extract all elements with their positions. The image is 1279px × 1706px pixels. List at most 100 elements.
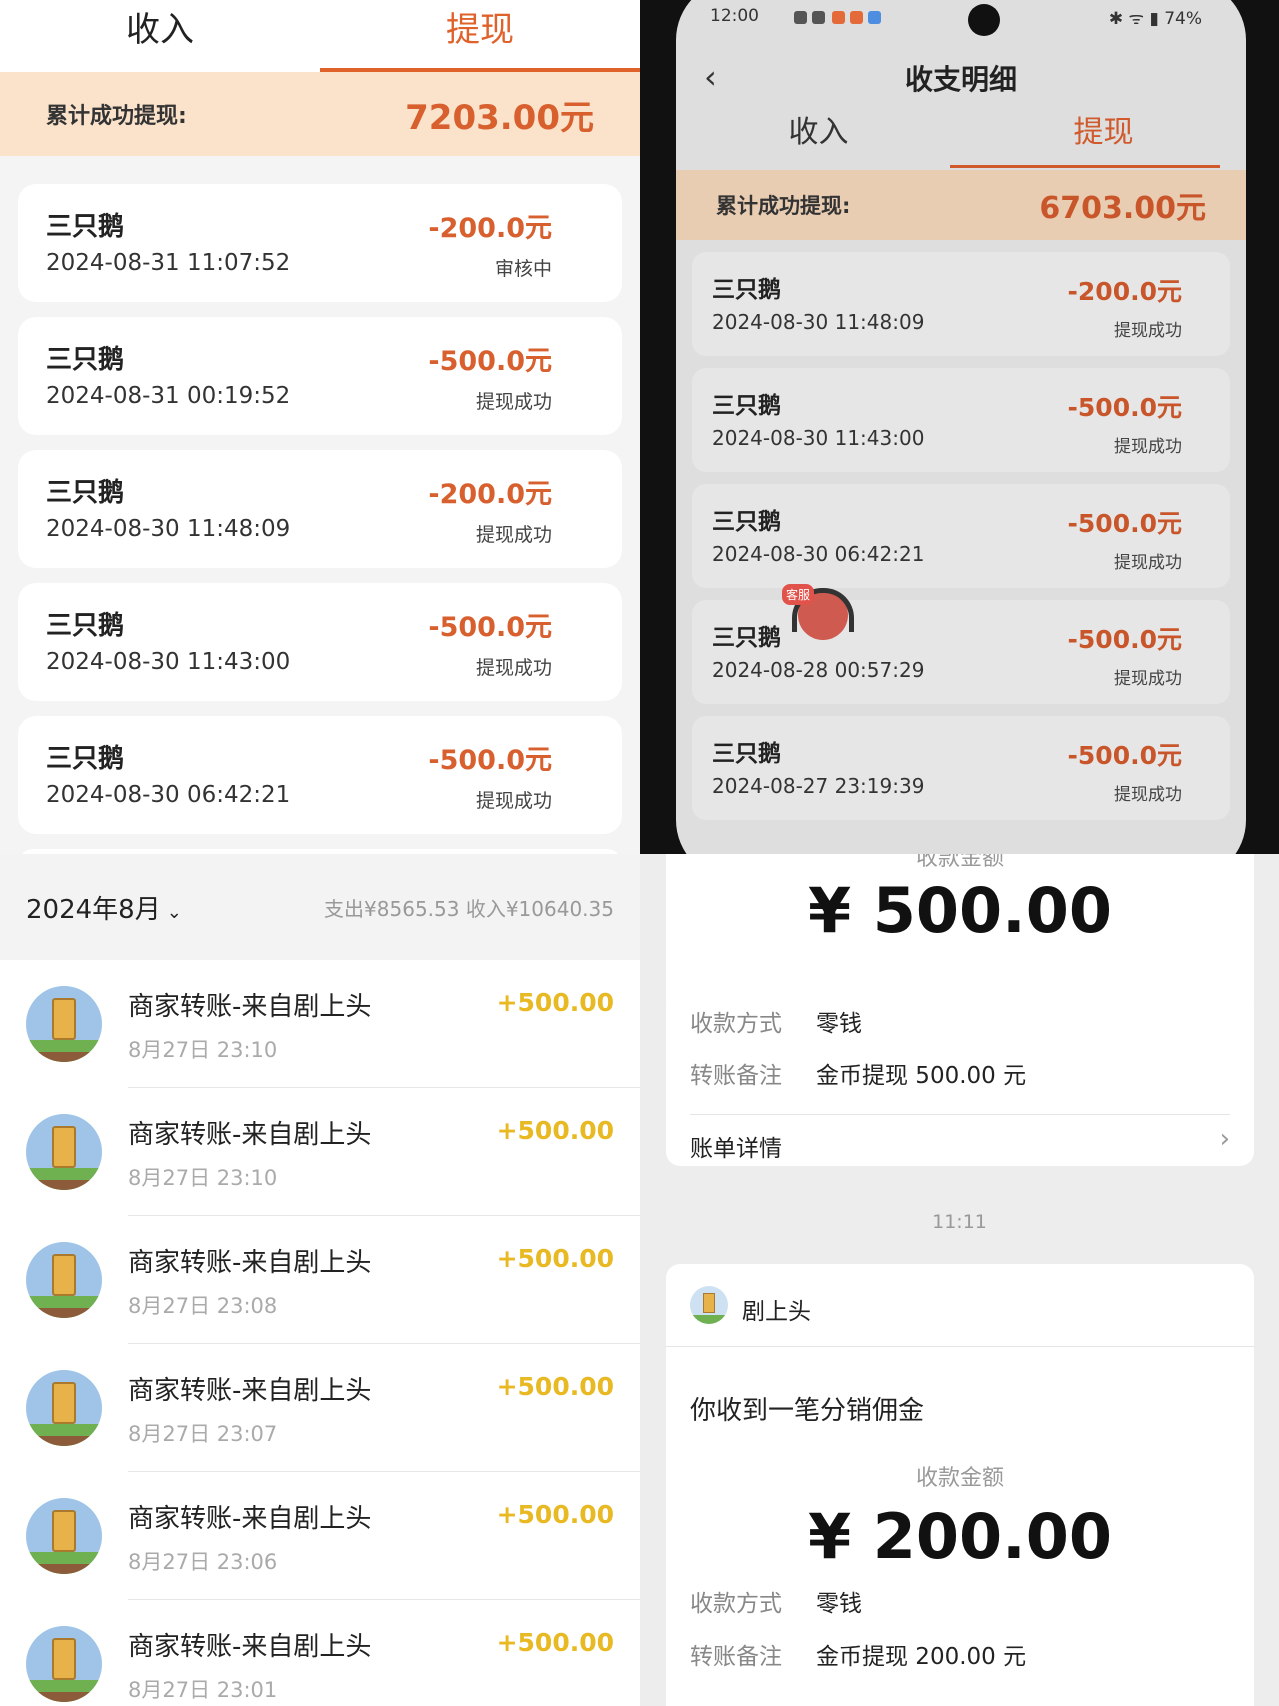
method-value: 零钱 — [816, 1591, 862, 1617]
item-status: 审核中 — [494, 258, 552, 280]
note-value: 金币提现 500.00 元 — [816, 1063, 1027, 1089]
item-name: 三只鹅 — [712, 625, 781, 651]
item-amount: -500.0元 — [1067, 741, 1182, 770]
item-amount: -500.0元 — [1067, 509, 1182, 538]
list-item[interactable]: 三只鹅 2024-08-30 06:42:21 -500.0元 提现成功 — [18, 716, 622, 834]
tab-withdraw[interactable]: 提现 — [320, 0, 640, 72]
item-name: 三只鹅 — [46, 345, 125, 375]
month-header: 2024年8月 ⌄ 支出¥8565.53 收入¥10640.35 — [0, 854, 640, 960]
amount-value: ¥ 200.00 — [808, 1500, 1112, 1573]
row-amount: +500.00 — [496, 1244, 614, 1273]
row-amount: +500.00 — [496, 1116, 614, 1145]
table-row[interactable]: 商家转账-来自剧上头 8月27日 23:06 +500.00 — [0, 1472, 640, 1600]
item-amount: -500.0元 — [428, 346, 552, 377]
item-time: 2024-08-30 11:48:09 — [46, 516, 291, 542]
summary-label: 累计成功提现: — [46, 104, 187, 129]
item-time: 2024-08-31 00:19:52 — [46, 383, 291, 409]
method-value: 零钱 — [816, 1011, 862, 1037]
item-time: 2024-08-27 23:19:39 — [712, 774, 925, 798]
summary-bar: 累计成功提现: 6703.00元 — [676, 170, 1246, 240]
note-row: 转账备注 金币提现 500.00 元 — [690, 1056, 1026, 1090]
item-time: 2024-08-30 11:48:09 — [712, 310, 925, 334]
tab-income[interactable]: 收入 — [676, 100, 961, 166]
row-amount: +500.00 — [496, 1500, 614, 1529]
list-item[interactable]: 三只鹅 2024-08-30 11:43:00 -500.0元 提现成功 — [18, 583, 622, 701]
list-item[interactable]: 三只鹅 2024-08-30 11:48:09 -200.0元 提现成功 — [18, 450, 622, 568]
month-selector[interactable]: 2024年8月 ⌄ — [26, 889, 182, 926]
list-item[interactable]: 三只鹅 2024-08-30 11:43:00 -500.0元 提现成功 — [692, 368, 1230, 472]
app-icon — [850, 11, 863, 24]
note-label: 转账备注 — [690, 1063, 782, 1089]
tab-income[interactable]: 收入 — [0, 0, 320, 72]
item-name: 三只鹅 — [46, 744, 125, 774]
bill-detail-link[interactable]: 账单详情 — [690, 1129, 782, 1163]
row-title: 商家转账-来自剧上头 — [128, 1632, 372, 1662]
list-item[interactable]: 三只鹅 2024-08-28 00:57:29 -500.0元 提现成功 — [692, 600, 1230, 704]
table-row[interactable]: 商家转账-来自剧上头 8月27日 23:08 +500.00 — [0, 1216, 640, 1344]
list-item[interactable]: 三只鹅 2024-08-30 11:48:09 -200.0元 提现成功 — [692, 252, 1230, 356]
row-amount: +500.00 — [496, 988, 614, 1017]
payment-card-2: 剧上头 你收到一笔分销佣金 收款金额 ¥ 200.00 收款方式 零钱 转账备注 金… — [666, 1264, 1254, 1706]
list-item[interactable]: 三只鹅 2024-08-31 00:19:52 -500.0元 提现成功 — [18, 317, 622, 435]
status-right: ✱ ᯤ ▮ 74% — [1108, 9, 1202, 29]
item-status: 提现成功 — [1114, 785, 1182, 805]
item-name: 三只鹅 — [712, 509, 781, 535]
item-status: 提现成功 — [475, 790, 552, 812]
payment-card-1: 收款金额 ¥ 500.00 — [666, 854, 1254, 1015]
avatar — [26, 1626, 102, 1702]
payment-notifications: 收款金额 ¥ 500.00 收款方式 零钱 转账备注 金币提现 500.00 元 账… — [640, 854, 1279, 1706]
table-row[interactable]: 商家转账-来自剧上头 8月27日 23:07 +500.00 — [0, 1344, 640, 1472]
item-amount: -500.0元 — [1067, 393, 1182, 422]
summary-bar: 累计成功提现: 7203.00元 — [0, 72, 640, 156]
item-name: 三只鹅 — [46, 478, 125, 508]
row-title: 商家转账-来自剧上头 — [128, 1504, 372, 1534]
chevron-right-icon[interactable]: › — [1220, 1124, 1230, 1154]
summary-value: 6703.00元 — [1039, 191, 1206, 226]
method-row: 收款方式 零钱 — [690, 1584, 862, 1618]
bill-list-screen: 2024年8月 ⌄ 支出¥8565.53 收入¥10640.35 商家转账-来自剧… — [0, 854, 640, 1706]
row-time: 8月27日 23:01 — [128, 1678, 278, 1702]
avatar — [26, 1114, 102, 1190]
sender-name: 剧上头 — [742, 1299, 811, 1325]
row-time: 8月27日 23:07 — [128, 1422, 278, 1446]
status-time: 12:00 — [710, 6, 759, 26]
month-totals: 支出¥8565.53 收入¥10640.35 — [324, 896, 614, 921]
item-status: 提现成功 — [1114, 321, 1182, 341]
page-title: 收支明细 — [904, 63, 1017, 96]
row-title: 商家转账-来自剧上头 — [128, 1248, 372, 1278]
summary-label: 累计成功提现: — [716, 194, 851, 218]
table-row[interactable]: 商家转账-来自剧上头 8月27日 23:10 +500.00 — [0, 1088, 640, 1216]
list-item[interactable]: 三只鹅 2024-08-27 23:19:39 -500.0元 提现成功 — [692, 716, 1230, 820]
status-bar: 12:00 ✱ ᯤ ▮ 74% — [676, 0, 1246, 36]
item-time: 2024-08-30 11:43:00 — [46, 649, 291, 675]
table-row[interactable]: 商家转账-来自剧上头 8月27日 23:01 +500.00 — [0, 1600, 640, 1706]
tab-bar: 收入 提现 — [0, 0, 640, 72]
row-amount: +500.00 — [496, 1372, 614, 1401]
row-time: 8月27日 23:10 — [128, 1166, 278, 1190]
item-time: 2024-08-30 06:42:21 — [712, 542, 925, 566]
item-amount: -500.0元 — [428, 612, 552, 643]
row-title: 商家转账-来自剧上头 — [128, 992, 372, 1022]
item-status: 提现成功 — [475, 391, 552, 413]
customer-service-icon[interactable]: 客服 — [782, 584, 856, 648]
method-label: 收款方式 — [690, 1591, 782, 1617]
item-time: 2024-08-31 11:07:52 — [46, 250, 291, 276]
method-label: 收款方式 — [690, 1011, 782, 1037]
avatar — [690, 1286, 728, 1324]
list-item[interactable]: 三只鹅 2024-08-30 06:42:21 -500.0元 提现成功 — [692, 484, 1230, 588]
note-row: 转账备注 金币提现 200.00 元 — [690, 1637, 1026, 1671]
item-amount: -200.0元 — [1067, 277, 1182, 306]
row-time: 8月27日 23:10 — [128, 1038, 278, 1062]
item-name: 三只鹅 — [712, 393, 781, 419]
item-name: 三只鹅 — [712, 741, 781, 767]
amount-value: ¥ 500.00 — [808, 874, 1112, 947]
tab-withdraw[interactable]: 提现 — [961, 100, 1246, 166]
table-row[interactable]: 商家转账-来自剧上头 8月27日 23:10 +500.00 — [0, 960, 640, 1088]
avatar — [26, 1370, 102, 1446]
tab-indicator — [320, 68, 640, 72]
app-icon — [868, 11, 881, 24]
list-item[interactable]: 三只鹅 2024-08-31 11:07:52 -200.0元 审核中 — [18, 184, 622, 302]
item-amount: -200.0元 — [428, 213, 552, 244]
withdrawal-list: 三只鹅 2024-08-30 11:48:09 -200.0元 提现成功 三只鹅… — [692, 252, 1230, 832]
tab-bar: 收入 提现 — [676, 100, 1246, 166]
